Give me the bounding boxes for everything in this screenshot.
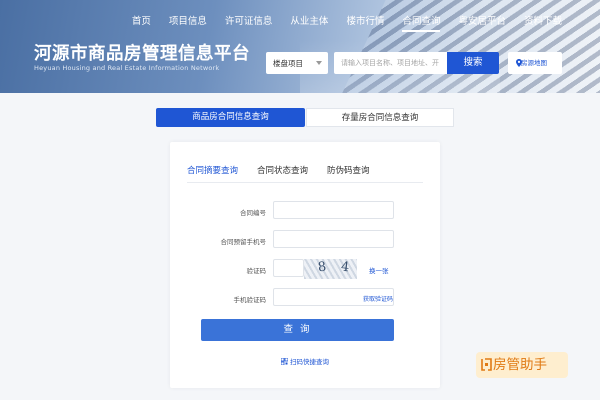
site-subtitle: Heyuan Housing and Real Estate Informati… (34, 64, 220, 72)
refresh-captcha-link[interactable]: 换一张 (369, 265, 389, 275)
top-nav: 首页 项目信息 许可证信息 从业主体 楼市行情 合同查询 粤安居平台 资料下载 (114, 13, 562, 32)
tab-contract-summary[interactable]: 合同摘要查询 (187, 164, 239, 183)
watermark-badge: 房管助手 (476, 352, 568, 378)
nav-item-permits[interactable]: 许可证信息 (225, 13, 273, 27)
nav-item-projects[interactable]: 项目信息 (169, 13, 207, 27)
site-title: 河源市商品房管理信息平台 (34, 44, 250, 64)
main-tabs: 商品房合同信息查询 存量房合同信息查询 (156, 108, 454, 127)
get-sms-code-link[interactable]: 获取验证码 (363, 294, 393, 303)
tab-contract-status[interactable]: 合同状态查询 (257, 164, 308, 180)
nav-item-downloads[interactable]: 资料下载 (524, 13, 562, 27)
phone-label: 合同预留手机号 (220, 238, 267, 246)
nav-item-yueanju[interactable]: 粤安居平台 (458, 13, 506, 27)
tab-anti-counterfeit[interactable]: 防伪码查询 (327, 164, 370, 180)
search-type-value: 楼盘项目 (273, 59, 303, 68)
captcha-image[interactable]: 8 4 (304, 259, 357, 279)
scan-query-link[interactable]: 扫码快捷查询 (281, 356, 329, 366)
captcha-char: 4 (340, 259, 351, 276)
search-button[interactable]: 搜索 (447, 52, 499, 74)
phone-input[interactable] (273, 230, 394, 248)
search-type-select[interactable]: 楼盘项目 (266, 52, 328, 74)
map-pin-icon (516, 59, 522, 67)
house-map-label: 房源地图 (521, 59, 547, 67)
divider (187, 182, 423, 183)
header-banner: 首页 项目信息 许可证信息 从业主体 楼市行情 合同查询 粤安居平台 资料下载 … (0, 0, 600, 93)
contract-no-input[interactable] (273, 201, 394, 219)
captcha-char: 8 (316, 259, 328, 276)
watermark-text: 房管助手 (493, 357, 547, 373)
contract-no-label: 合同编号 (240, 209, 266, 217)
sms-code-label: 手机验证码 (233, 296, 267, 304)
nav-item-practitioners[interactable]: 从业主体 (290, 13, 328, 27)
qr-code-icon (281, 358, 288, 365)
house-map-button[interactable]: 房源地图 (508, 52, 562, 74)
captcha-label: 验证码 (246, 267, 267, 275)
chevron-down-icon (316, 61, 322, 65)
house-assistant-icon (481, 358, 492, 371)
nav-item-market[interactable]: 楼市行情 (346, 13, 384, 27)
scan-query-label: 扫码快捷查询 (290, 358, 329, 366)
tab-commercial-contract[interactable]: 商品房合同信息查询 (156, 108, 305, 127)
nav-item-home[interactable]: 首页 (132, 13, 151, 27)
query-card: 合同摘要查询 合同状态查询 防伪码查询 合同编号 合同预留手机号 验证码 8 4… (170, 142, 440, 388)
captcha-input[interactable] (273, 259, 304, 277)
sub-tabs: 合同摘要查询 合同状态查询 防伪码查询 (187, 164, 389, 183)
tab-existing-contract[interactable]: 存量房合同信息查询 (306, 108, 454, 127)
search-input[interactable] (334, 52, 448, 74)
query-button[interactable]: 查 询 (201, 319, 394, 341)
nav-item-contract-query[interactable]: 合同查询 (402, 13, 441, 32)
